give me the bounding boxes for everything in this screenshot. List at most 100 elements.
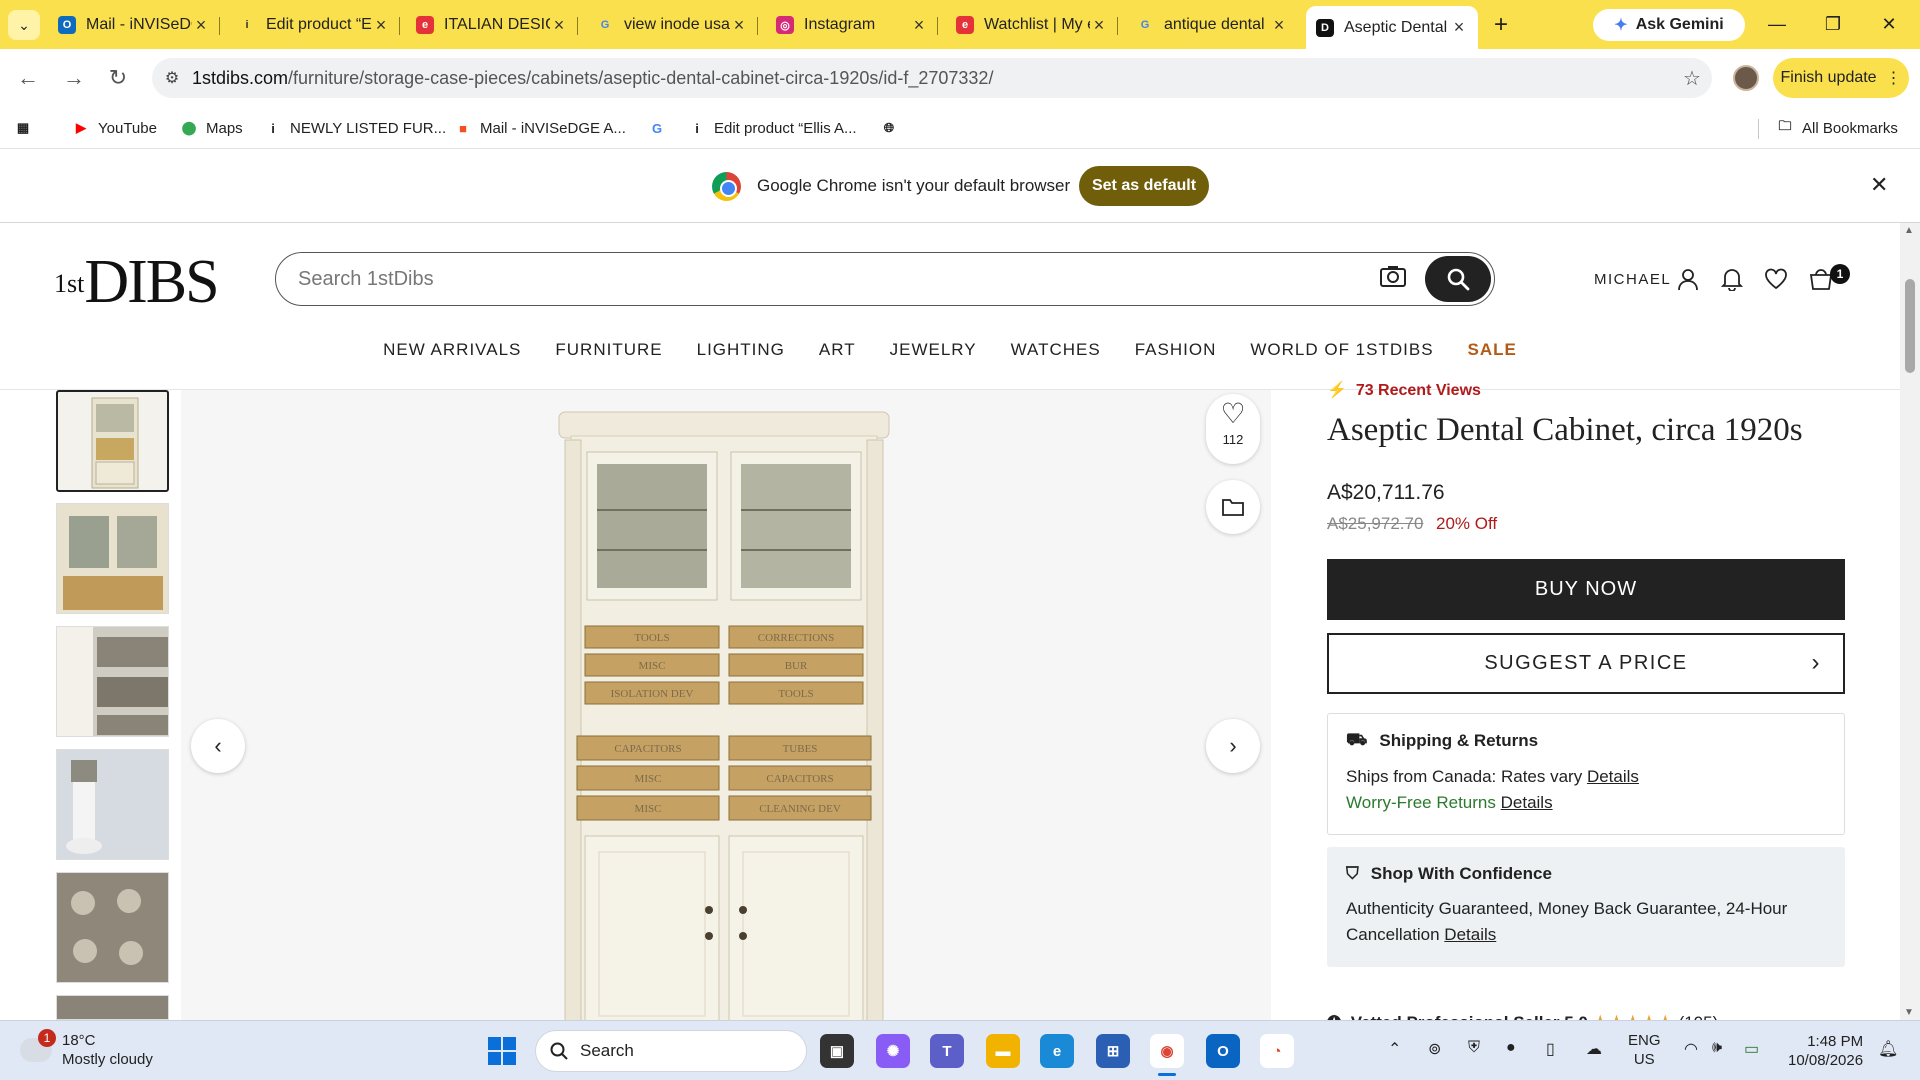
- back-arrow-icon[interactable]: ←: [14, 64, 42, 92]
- ask-gemini-button[interactable]: ✦ Ask Gemini: [1593, 9, 1745, 41]
- bookmark-globe[interactable]: 🌐︎: [880, 117, 906, 139]
- taskbar-search[interactable]: Search: [535, 1030, 807, 1072]
- search-input[interactable]: Search 1stDibs: [276, 268, 1373, 291]
- tray-cloud-icon[interactable]: ☁: [1586, 1039, 1602, 1059]
- new-tab-plus-icon[interactable]: +: [1486, 10, 1516, 40]
- chevron-up-icon[interactable]: ⌃: [1388, 1039, 1401, 1059]
- close-icon[interactable]: ×: [550, 15, 568, 36]
- profile-avatar[interactable]: [1733, 65, 1759, 91]
- nav-sale[interactable]: SALE: [1468, 340, 1517, 360]
- tab-edit-product[interactable]: i Edit product “Ellis ×: [228, 9, 400, 41]
- previous-image-arrow-icon[interactable]: ‹: [191, 719, 245, 773]
- bookmark-google[interactable]: G: [648, 117, 674, 139]
- nav-fashion[interactable]: FASHION: [1135, 340, 1217, 360]
- save-to-folder-button[interactable]: [1206, 480, 1260, 534]
- nav-furniture[interactable]: FURNITURE: [555, 340, 662, 360]
- buy-now-button[interactable]: BUY NOW: [1327, 559, 1845, 620]
- battery-icon[interactable]: ▭: [1744, 1039, 1759, 1059]
- apps-grid-icon[interactable]: ▦: [14, 117, 40, 139]
- close-icon[interactable]: ×: [1270, 15, 1288, 36]
- suggest-price-button[interactable]: SUGGEST A PRICE ›: [1327, 633, 1845, 694]
- forward-arrow-icon[interactable]: →: [60, 64, 88, 92]
- bookmark-youtube[interactable]: ▶ YouTube: [72, 117, 157, 139]
- close-icon[interactable]: ×: [1450, 17, 1468, 38]
- close-icon[interactable]: ×: [192, 15, 210, 36]
- file-explorer-icon[interactable]: ▬: [986, 1034, 1020, 1068]
- reload-icon[interactable]: ↻: [104, 64, 132, 92]
- tab-antique-dental[interactable]: G antique dental ×: [1126, 9, 1298, 41]
- shipping-details-link[interactable]: Details: [1587, 767, 1639, 786]
- thumbnail-5[interactable]: [56, 872, 169, 983]
- minimize-icon[interactable]: —: [1752, 8, 1802, 40]
- search-button[interactable]: [1425, 256, 1491, 302]
- confidence-details-link[interactable]: Details: [1444, 925, 1496, 944]
- close-icon[interactable]: ×: [730, 15, 748, 36]
- volume-icon[interactable]: 🕪︎: [1712, 1039, 1722, 1057]
- bookmark-maps[interactable]: ⬤ Maps: [180, 117, 243, 139]
- nav-watches[interactable]: WATCHES: [1011, 340, 1101, 360]
- address-bar[interactable]: ⚙ 1stdibs.com/furniture/storage-case-pie…: [152, 58, 1712, 98]
- camera-search-icon[interactable]: [1373, 264, 1413, 294]
- close-icon[interactable]: ✕: [1870, 172, 1888, 198]
- favorite-button[interactable]: ♡ 112: [1206, 394, 1260, 464]
- page-scrollbar[interactable]: ▲ ▼: [1900, 223, 1920, 1020]
- user-icon[interactable]: [1675, 266, 1701, 292]
- window-close-icon[interactable]: ✕: [1864, 8, 1914, 40]
- tray-app2-icon[interactable]: ●: [1506, 1039, 1516, 1057]
- next-image-arrow-icon[interactable]: ›: [1206, 719, 1260, 773]
- store-icon[interactable]: ⊞: [1096, 1034, 1130, 1068]
- set-as-default-button[interactable]: Set as default: [1079, 166, 1209, 206]
- outlook-icon[interactable]: O: [1206, 1034, 1240, 1068]
- youtube-icon: ▶: [76, 120, 86, 135]
- teams-icon[interactable]: T: [930, 1034, 964, 1068]
- bookmark-edit-product[interactable]: i Edit product “Ellis A...: [688, 117, 856, 139]
- tab-aseptic-dental[interactable]: D Aseptic Dental Cabinet ×: [1306, 6, 1478, 49]
- tray-usb-icon[interactable]: ▯: [1546, 1039, 1555, 1059]
- user-name[interactable]: MICHAEL: [1594, 271, 1671, 288]
- bookmark-mail[interactable]: ■ Mail - iNVISeDGE A...: [454, 117, 626, 139]
- tray-shield-icon[interactable]: ⛨: [1468, 1039, 1480, 1057]
- weather-widget[interactable]: 1 18°C Mostly cloudy: [20, 1029, 153, 1069]
- nav-world-of-1stdibs[interactable]: WORLD OF 1STDIBS: [1250, 340, 1433, 360]
- tab-search-chevron-icon[interactable]: ⌄: [8, 10, 40, 40]
- returns-details-link[interactable]: Details: [1501, 793, 1553, 812]
- bell-icon[interactable]: [1719, 266, 1745, 292]
- 1stdibs-logo[interactable]: 1stDIBS: [54, 251, 220, 313]
- wifi-icon[interactable]: ◠: [1684, 1039, 1698, 1059]
- nav-new-arrivals[interactable]: NEW ARRIVALS: [383, 340, 521, 360]
- system-clock[interactable]: 1:48 PM 10/08/2026: [1788, 1032, 1863, 1070]
- site-info-icon[interactable]: ⚙: [152, 68, 192, 88]
- tab-instagram[interactable]: ◎ Instagram ×: [766, 9, 938, 41]
- thumbnail-1[interactable]: [56, 390, 169, 492]
- nav-lighting[interactable]: LIGHTING: [697, 340, 785, 360]
- bookmark-star-icon[interactable]: ☆: [1672, 66, 1712, 91]
- thumbnail-3[interactable]: [56, 626, 169, 737]
- all-bookmarks[interactable]: 🗀︎ All Bookmarks: [1776, 117, 1897, 139]
- bookmark-newly-listed[interactable]: i NEWLY LISTED FUR...: [264, 117, 446, 139]
- notification-bell-icon[interactable]: 🔔︎: [1878, 1039, 1898, 1059]
- thumbnail-6[interactable]: [56, 995, 169, 1020]
- nav-jewelry[interactable]: JEWELRY: [890, 340, 977, 360]
- close-icon[interactable]: ×: [1090, 15, 1108, 36]
- close-icon[interactable]: ×: [372, 15, 390, 36]
- windows-start-icon[interactable]: [488, 1037, 516, 1065]
- copilot-icon[interactable]: ✺: [876, 1034, 910, 1068]
- finish-update-button[interactable]: Finish update ⋮: [1773, 58, 1909, 98]
- language-indicator[interactable]: ENG US: [1628, 1031, 1661, 1069]
- nav-art[interactable]: ART: [819, 340, 856, 360]
- restore-icon[interactable]: ❐: [1808, 8, 1858, 40]
- site-search-box[interactable]: Search 1stDibs: [275, 252, 1495, 306]
- tab-view-inode[interactable]: G view inode usage ×: [586, 9, 758, 41]
- edge-icon[interactable]: e: [1040, 1034, 1074, 1068]
- heart-icon[interactable]: [1763, 266, 1789, 292]
- app-icon[interactable]: ◔: [1260, 1034, 1294, 1068]
- tab-watchlist[interactable]: e Watchlist | My eBay ×: [946, 9, 1118, 41]
- tray-app-icon[interactable]: ⊚: [1428, 1039, 1441, 1059]
- close-icon[interactable]: ×: [910, 15, 928, 36]
- chrome-icon[interactable]: ◉: [1150, 1034, 1184, 1076]
- tab-italian-design[interactable]: e ITALIAN DESIGN ×: [406, 9, 578, 41]
- thumbnail-4[interactable]: [56, 749, 169, 860]
- task-view-icon[interactable]: ▣: [820, 1034, 854, 1068]
- thumbnail-2[interactable]: [56, 503, 169, 614]
- tab-mail[interactable]: O Mail - iNVISeDGE ×: [48, 9, 220, 41]
